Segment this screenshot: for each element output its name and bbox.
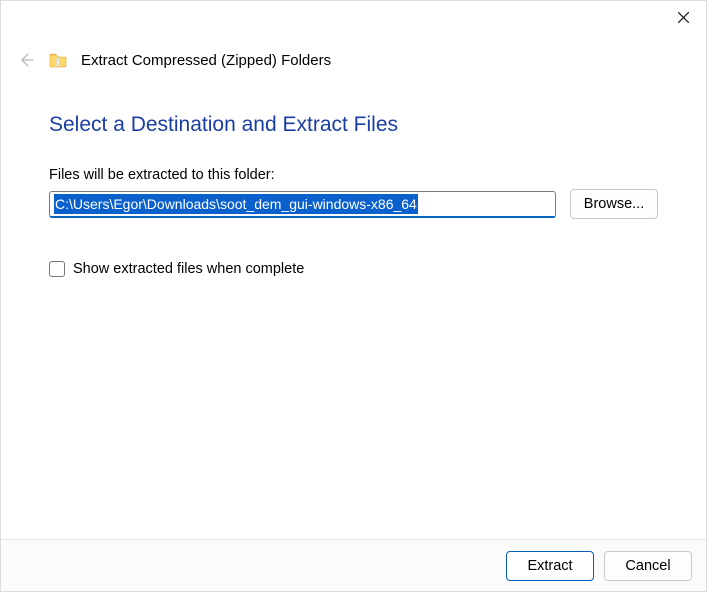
destination-row: C:\Users\Egor\Downloads\soot_dem_gui-win… xyxy=(49,189,658,219)
show-extracted-row: Show extracted files when complete xyxy=(49,261,658,277)
destination-label: Files will be extracted to this folder: xyxy=(49,167,658,183)
wizard-footer: Extract Cancel xyxy=(1,539,706,591)
close-button[interactable] xyxy=(660,1,706,33)
cancel-button[interactable]: Cancel xyxy=(604,551,692,581)
wizard-body: Select a Destination and Extract Files F… xyxy=(49,99,658,277)
zipped-folder-icon xyxy=(49,52,67,68)
extract-wizard-window: Extract Compressed (Zipped) Folders Sele… xyxy=(0,0,707,592)
close-icon xyxy=(678,12,689,23)
show-extracted-checkbox[interactable] xyxy=(49,261,65,277)
browse-button[interactable]: Browse... xyxy=(570,189,658,219)
destination-input[interactable]: C:\Users\Egor\Downloads\soot_dem_gui-win… xyxy=(49,191,556,218)
wizard-header: Extract Compressed (Zipped) Folders xyxy=(11,51,696,69)
extract-button[interactable]: Extract xyxy=(506,551,594,581)
instruction-heading: Select a Destination and Extract Files xyxy=(49,113,658,137)
back-button[interactable] xyxy=(17,51,35,69)
destination-input-value: C:\Users\Egor\Downloads\soot_dem_gui-win… xyxy=(54,194,418,214)
show-extracted-label: Show extracted files when complete xyxy=(73,261,304,277)
back-arrow-icon xyxy=(17,51,35,69)
wizard-title: Extract Compressed (Zipped) Folders xyxy=(81,52,331,69)
